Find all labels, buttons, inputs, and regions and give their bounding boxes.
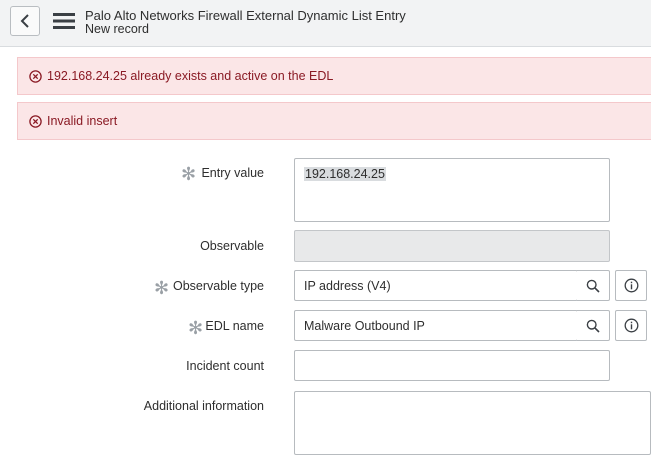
observable-type-label: Observable type (172, 279, 264, 293)
incident-count-label: Incident count (186, 359, 264, 373)
form-title: Palo Alto Networks Firewall External Dyn… (85, 8, 406, 23)
error-alert-invalid: Invalid insert (17, 102, 651, 140)
edl-name-value: Malware Outbound IP (304, 319, 425, 333)
mandatory-asterisk-icon: ✻ (181, 164, 197, 184)
observable-type-input[interactable]: IP address (V4) (294, 270, 578, 301)
additional-information-textarea[interactable] (294, 391, 651, 455)
back-button[interactable] (10, 6, 40, 36)
alert-message: Invalid insert (47, 114, 118, 128)
error-circle-icon (29, 115, 42, 128)
entry-value-textarea[interactable]: 192.168.24.25 (294, 158, 610, 222)
edl-name-lookup-button[interactable] (577, 310, 610, 341)
search-icon (586, 319, 600, 333)
observable-type-lookup-button[interactable] (577, 270, 610, 301)
form-header: Palo Alto Networks Firewall External Dyn… (0, 0, 651, 47)
form-subtitle: New record (85, 22, 149, 36)
info-icon (624, 318, 639, 333)
alert-message: 192.168.24.25 already exists and active … (47, 69, 334, 83)
edl-name-label: EDL name (205, 319, 264, 333)
error-alert-exists: 192.168.24.25 already exists and active … (17, 57, 651, 95)
observable-field (294, 230, 610, 262)
edl-name-input[interactable]: Malware Outbound IP (294, 310, 578, 341)
observable-type-info-button[interactable] (615, 270, 647, 301)
entry-value-text: 192.168.24.25 (304, 167, 386, 181)
hamburger-menu-icon[interactable] (53, 12, 75, 30)
entry-value-label: Entry value (201, 166, 264, 180)
search-icon (586, 279, 600, 293)
error-circle-icon (29, 70, 42, 83)
mandatory-asterisk-icon: ✻ (188, 318, 204, 338)
incident-count-input[interactable] (294, 350, 610, 381)
additional-information-label: Additional information (143, 399, 264, 413)
observable-type-value: IP address (V4) (304, 279, 391, 293)
observable-label: Observable (200, 239, 264, 253)
chevron-left-icon (20, 14, 29, 28)
info-icon (624, 278, 639, 293)
mandatory-asterisk-icon: ✻ (154, 278, 170, 298)
edl-name-info-button[interactable] (615, 310, 647, 341)
